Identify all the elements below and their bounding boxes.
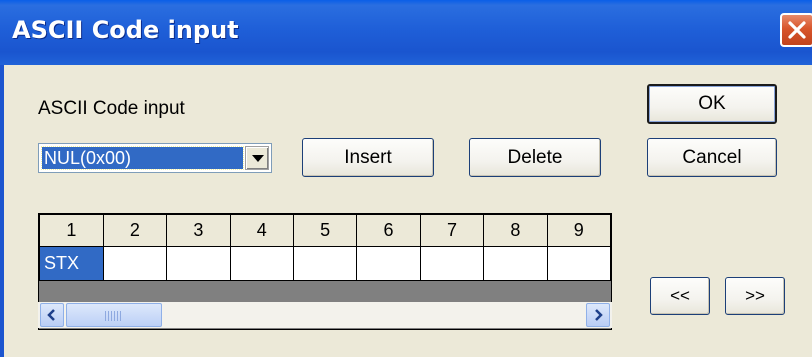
grid-cell[interactable] <box>292 246 358 281</box>
close-button[interactable] <box>780 13 812 47</box>
ascii-code-select-value: NUL(0x00) <box>41 146 244 170</box>
cancel-button[interactable]: Cancel <box>647 138 777 177</box>
column-header: 8 <box>483 214 548 247</box>
column-header: 3 <box>166 214 231 247</box>
scrollbar-thumb[interactable] <box>66 303 162 327</box>
grid-cell[interactable] <box>229 246 294 281</box>
column-header: 7 <box>419 214 485 247</box>
grid-header-row: 1 2 3 4 5 6 7 8 9 <box>39 214 611 247</box>
ascii-code-select[interactable]: NUL(0x00) <box>38 143 272 173</box>
column-header: 6 <box>356 214 421 247</box>
column-header: 4 <box>229 214 294 247</box>
horizontal-scrollbar[interactable] <box>38 302 612 328</box>
dropdown-button[interactable] <box>245 146 269 170</box>
column-header: 1 <box>39 214 104 247</box>
ok-button[interactable]: OK <box>647 84 777 124</box>
column-header: 9 <box>546 214 611 247</box>
grid-cell[interactable] <box>419 246 485 281</box>
window-frame-left <box>0 65 4 357</box>
grid-cell[interactable] <box>546 246 611 281</box>
grid-cell[interactable] <box>166 246 231 281</box>
grid-cell[interactable] <box>483 246 548 281</box>
chevron-down-icon <box>252 155 264 162</box>
window-title: ASCII Code input <box>12 16 239 44</box>
arrow-left-icon <box>47 309 55 321</box>
scroll-left-button[interactable] <box>40 303 64 327</box>
next-page-button[interactable]: >> <box>725 277 785 315</box>
delete-button[interactable]: Delete <box>469 138 601 177</box>
column-header: 5 <box>292 214 358 247</box>
grid-cell-selected[interactable]: STX <box>39 246 104 281</box>
title-bar: ASCII Code input <box>0 0 812 65</box>
scroll-right-button[interactable] <box>586 303 610 327</box>
ascii-code-label: ASCII Code input <box>38 98 185 119</box>
close-icon <box>788 21 806 39</box>
grid-cell[interactable] <box>102 246 168 281</box>
ascii-code-input-dialog: ASCII Code input ASCII Code input NUL(0x… <box>0 0 812 357</box>
grid-cell[interactable] <box>356 246 421 281</box>
previous-page-button[interactable]: << <box>650 277 710 315</box>
grid-data-row: STX <box>39 246 611 281</box>
scrollbar-grip <box>105 311 123 321</box>
column-header: 2 <box>102 214 168 247</box>
arrow-right-icon <box>595 309 603 321</box>
insert-button[interactable]: Insert <box>302 138 434 177</box>
